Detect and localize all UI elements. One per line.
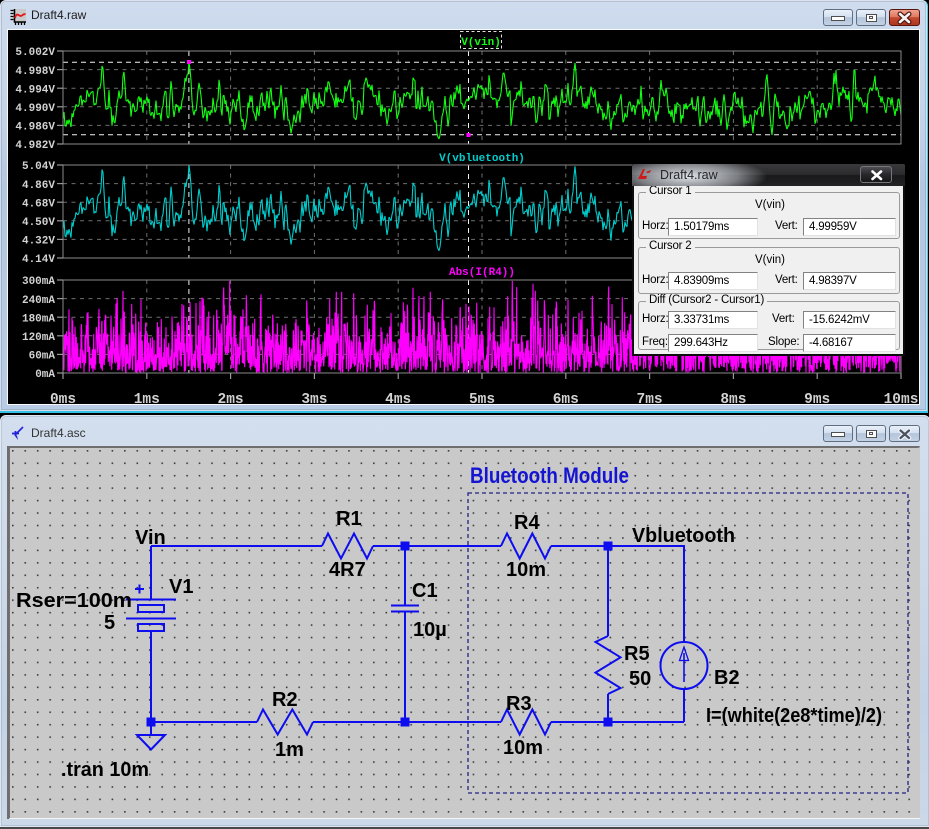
svg-text:R4: R4 [514, 512, 540, 534]
svg-text:4.994V: 4.994V [15, 84, 55, 96]
svg-text:R5: R5 [624, 643, 650, 665]
svg-text:4.32V: 4.32V [22, 236, 55, 248]
svg-text:R3: R3 [506, 693, 532, 715]
svg-text:4R7: 4R7 [329, 559, 366, 581]
svg-text:120mA: 120mA [22, 332, 55, 344]
svg-text:Vbluetooth: Vbluetooth [632, 525, 735, 547]
svg-text:V1: V1 [169, 576, 193, 598]
svg-text:Bluetooth Module: Bluetooth Module [470, 463, 629, 488]
svg-text:0mA: 0mA [35, 369, 55, 381]
svg-text:10µ: 10µ [413, 619, 447, 641]
svg-text:B2: B2 [714, 667, 740, 689]
svg-text:5.002V: 5.002V [15, 47, 55, 59]
svg-text:6ms: 6ms [553, 392, 579, 404]
svg-text:5: 5 [104, 612, 115, 634]
svg-text:V(vin): V(vin) [461, 37, 501, 49]
svg-text:4.68V: 4.68V [22, 198, 55, 210]
svg-text:10m: 10m [506, 559, 546, 581]
svg-text:240mA: 240mA [22, 295, 55, 307]
svg-text:4.986V: 4.986V [15, 122, 55, 134]
svg-text:4.998V: 4.998V [15, 66, 55, 78]
svg-text:0ms: 0ms [50, 392, 76, 404]
svg-text:10m: 10m [503, 737, 543, 759]
svg-text:2ms: 2ms [218, 392, 244, 404]
svg-text:1ms: 1ms [134, 392, 160, 404]
svg-text:1m: 1m [275, 739, 304, 761]
svg-text:I=(white(2e8*time)/2): I=(white(2e8*time)/2) [706, 705, 882, 727]
svg-text:R1: R1 [336, 508, 362, 530]
svg-text:.tran 10m: .tran 10m [61, 759, 149, 781]
svg-text:8ms: 8ms [720, 392, 746, 404]
svg-text:60mA: 60mA [29, 351, 56, 363]
svg-text:R2: R2 [272, 689, 298, 711]
svg-text:180mA: 180mA [22, 313, 55, 325]
svg-text:300mA: 300mA [22, 276, 55, 288]
svg-text:4.86V: 4.86V [22, 180, 55, 192]
svg-text:C1: C1 [412, 580, 438, 602]
svg-text:5ms: 5ms [469, 392, 495, 404]
svg-text:3ms: 3ms [301, 392, 327, 404]
svg-text:4.14V: 4.14V [22, 254, 55, 266]
svg-text:4ms: 4ms [385, 392, 411, 404]
svg-text:4.50V: 4.50V [22, 217, 55, 229]
svg-text:50: 50 [629, 668, 651, 690]
svg-text:4.990V: 4.990V [15, 103, 55, 115]
svg-text:5.04V: 5.04V [22, 161, 55, 173]
svg-text:4.982V: 4.982V [15, 140, 55, 152]
svg-text:V(vbluetooth): V(vbluetooth) [439, 153, 525, 165]
svg-text:7ms: 7ms [637, 392, 663, 404]
svg-text:Rser=100m: Rser=100m [16, 590, 132, 612]
svg-text:Vin: Vin [135, 527, 166, 549]
svg-text:9ms: 9ms [804, 392, 830, 404]
svg-text:Abs(I(R4)): Abs(I(R4)) [449, 267, 515, 279]
svg-text:10ms: 10ms [884, 392, 919, 404]
